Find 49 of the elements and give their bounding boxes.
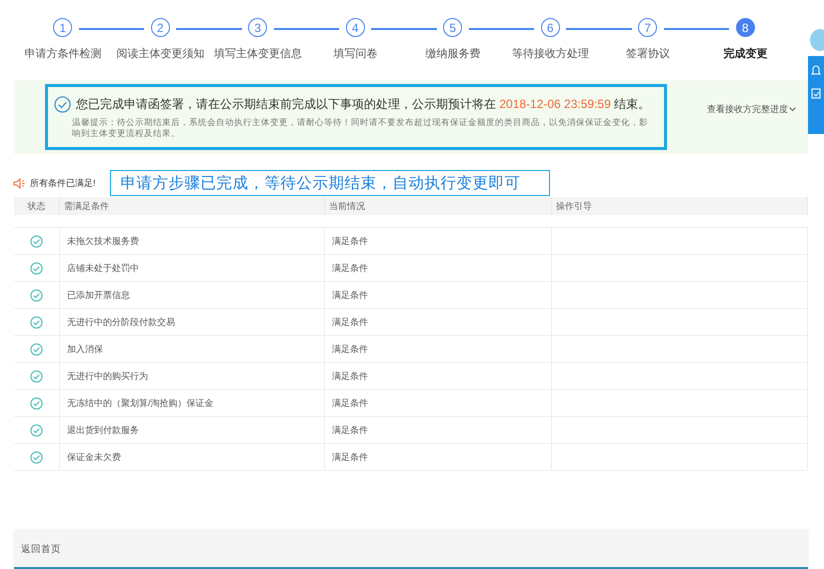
step-number: 8 <box>736 18 755 37</box>
table-cell: 无进行中的分阶段付款交易 <box>67 316 175 328</box>
table-cell: 满足条件 <box>332 450 368 464</box>
table-cell: 无进行中的购买行为 <box>67 370 148 382</box>
progress-link[interactable]: 查看接收方完整进度 <box>707 102 796 116</box>
step-label: 缴纳服务费 <box>425 47 480 61</box>
table-cell: 满足条件 <box>332 370 368 382</box>
table-cell: 未拖欠技术服务费 <box>67 234 139 248</box>
table-cell: 店铺未处于处罚中 <box>67 262 139 274</box>
table-cell: 加入消保 <box>67 342 103 356</box>
step-label: 等待接收方处理 <box>512 46 589 61</box>
annotation-callout: 申请方步骤已完成，等待公示期结束，自动执行变更即可 <box>110 170 550 196</box>
back-home-link[interactable]: 返回首页 <box>21 542 61 556</box>
table-cell: 无冻结中的（聚划算/淘抢购）保证金 <box>67 396 214 410</box>
column-header: 状态 <box>14 197 60 215</box>
column-header: 操作引导 <box>552 197 808 215</box>
table-cell: 满足条件 <box>332 262 368 274</box>
chevron-down-icon <box>789 106 796 112</box>
table-cell: 满足条件 <box>332 288 368 302</box>
bell-icon[interactable] <box>811 64 821 76</box>
notice-message: 您已完成申请函签署，请在公示期结束前完成以下事项的处理，公示期预计将在 2018-12-06 23:59:59 结束。 <box>76 96 650 113</box>
step-number: 2 <box>150 18 170 37</box>
column-header: 需满足条件 <box>60 197 325 215</box>
edit-icon[interactable] <box>811 88 821 99</box>
step-label: 完成变更 <box>723 46 768 61</box>
step-label: 填写问卷 <box>333 47 378 61</box>
table-cell: 退出货到付款服务 <box>67 424 139 436</box>
step-label: 填写主体变更信息 <box>214 46 302 61</box>
step-number: 1 <box>53 18 72 37</box>
step-number: 6 <box>540 18 560 37</box>
step-label: 阅读主体变更须知 <box>116 46 204 61</box>
step-label: 申请方条件检测 <box>24 46 102 61</box>
step-label: 签署协议 <box>626 47 670 61</box>
table-cell: 满足条件 <box>332 424 368 436</box>
table-cell: 保证金未欠费 <box>67 450 121 464</box>
notice-tip: 温馨提示：待公示期结束后，系统会自动执行主体变更，请耐心等待！同时请不要发布超过现有保证金额度的类目商品，以免消保保证金变化，影响到主体变更流程及结果。 <box>71 117 649 139</box>
table-cell: 满足条件 <box>332 234 368 248</box>
step-number: 7 <box>638 18 658 37</box>
speaker-icon <box>13 178 25 188</box>
table-cell: 满足条件 <box>332 316 368 328</box>
table-cell: 满足条件 <box>332 342 368 356</box>
table-cell: 满足条件 <box>332 396 368 410</box>
step-number: 5 <box>443 18 462 37</box>
step-number: 3 <box>248 18 268 37</box>
check-circle-icon <box>54 96 71 113</box>
table-cell: 已添加开票信息 <box>67 288 130 302</box>
step-number: 4 <box>346 18 365 37</box>
column-header: 当前情况 <box>325 197 552 215</box>
conditions-status: 所有条件已满足! <box>30 176 96 190</box>
